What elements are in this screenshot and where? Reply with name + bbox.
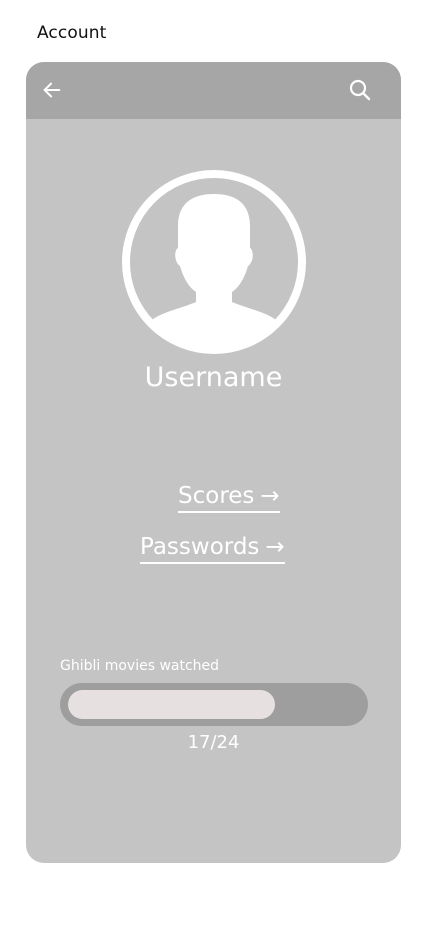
arrow-left-icon xyxy=(43,82,61,98)
progress-count: 17/24 xyxy=(187,732,240,753)
account-screen: Username Scores → Passwords → Ghibli movie… xyxy=(26,62,401,863)
user-silhouette-icon xyxy=(122,170,306,354)
avatar xyxy=(122,170,306,354)
progress-fill xyxy=(68,690,275,719)
passwords-link[interactable]: Passwords → xyxy=(140,534,285,564)
passwords-link-label: Passwords xyxy=(140,534,260,560)
back-button[interactable] xyxy=(37,75,67,105)
progress-label: Ghibli movies watched xyxy=(60,658,220,674)
scores-link-label: Scores xyxy=(178,483,255,509)
arrow-right-icon: → xyxy=(265,534,285,560)
scores-link[interactable]: Scores → xyxy=(178,483,280,513)
page-title: Account xyxy=(37,23,107,43)
top-app-bar xyxy=(26,62,401,119)
search-button[interactable] xyxy=(345,75,375,105)
progress-bar xyxy=(60,683,368,726)
username-label: Username xyxy=(144,362,283,393)
search-icon xyxy=(349,79,371,101)
arrow-right-icon: → xyxy=(260,483,280,509)
